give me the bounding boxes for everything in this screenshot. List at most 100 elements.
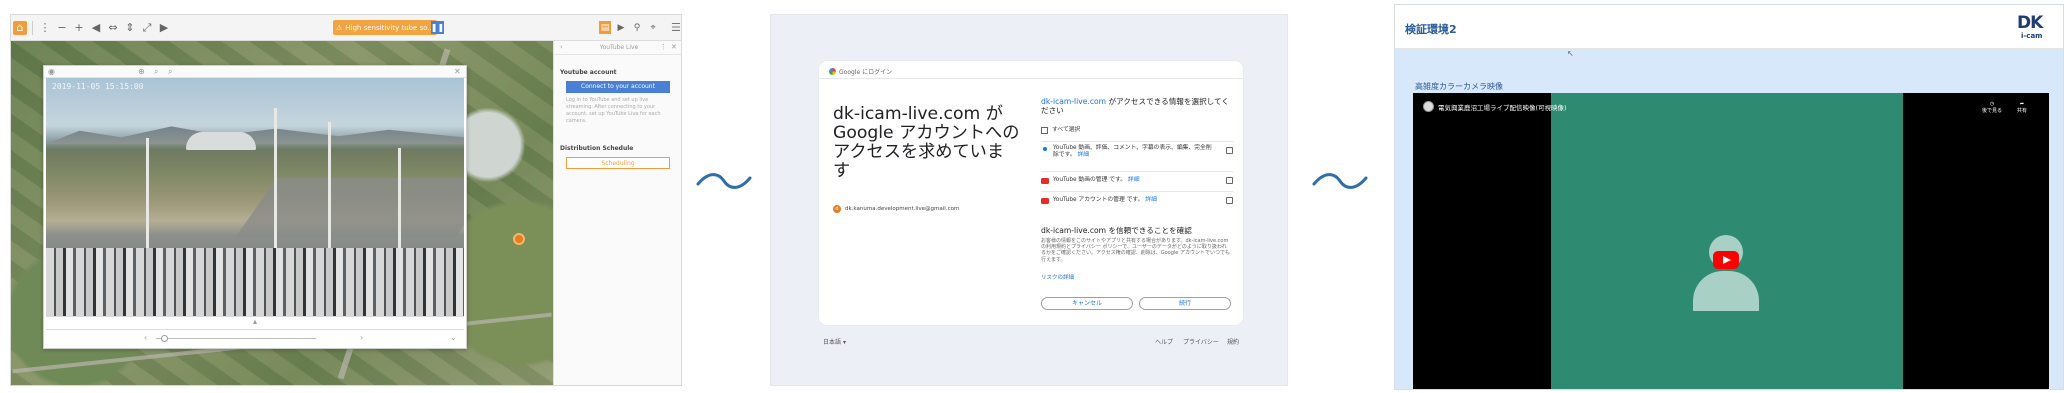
camera-caption: 高雑度カラーカメラ映像 xyxy=(1415,82,1503,91)
alert-label: High sensitivity tube so... xyxy=(345,23,435,32)
youtube-live-sidebar: YouTube Live ‹ ⋮ ✕ Youtube account Conne… xyxy=(553,41,681,385)
drag-handle-icon[interactable]: ⋮ xyxy=(38,21,52,35)
mountain-range xyxy=(46,126,464,144)
play-icon[interactable]: ▶ xyxy=(615,21,627,34)
placeholder-avatar xyxy=(1693,235,1759,313)
account-email: dk.kanuma.development.live@gmail.com xyxy=(845,206,960,212)
bullet-icon xyxy=(1043,147,1047,151)
google-header-label: Google にログイン xyxy=(839,69,893,76)
permission-row[interactable]: YouTube 動画、評価、コメント、字幕の表示、編集、完全削除です。 詳細 xyxy=(1041,145,1233,165)
close-icon[interactable]: ✕ xyxy=(671,43,677,51)
next-icon[interactable]: › xyxy=(360,333,363,342)
avatar: d xyxy=(833,205,841,213)
connect-account-button[interactable]: Connect to your account xyxy=(566,81,670,93)
logo-mark: DK xyxy=(2017,13,2043,33)
permission-checkbox[interactable] xyxy=(1226,147,1233,154)
camera-preview-popup: ◉ ⊕ ⌕ ⌕ ✕ 2019-11-05 15:15:00 ▴ ‹ › ⌄ xyxy=(43,65,467,349)
cursor-icon: ↖ xyxy=(1567,49,1574,58)
details-link[interactable]: 詳細 xyxy=(1145,197,1157,203)
youtube-account-label: Youtube account xyxy=(560,69,617,76)
continue-button[interactable]: 続行 xyxy=(1139,297,1231,310)
watch-later-button[interactable]: ◷ 後で見る xyxy=(1981,101,2003,114)
details-link[interactable]: 詳細 xyxy=(1077,152,1089,158)
divider xyxy=(1041,141,1233,142)
filter-icon[interactable]: ⚲ xyxy=(631,21,643,34)
search-icon[interactable]: ⌕ xyxy=(168,67,172,77)
cancel-button[interactable]: キャンセル xyxy=(1041,297,1133,310)
tilde-separator xyxy=(696,173,752,189)
photo-timestamp: 2019-11-05 15:15:00 xyxy=(52,82,144,91)
menu-icon[interactable]: ☰ xyxy=(671,21,681,34)
close-icon[interactable]: ✕ xyxy=(454,67,461,76)
dk-icam-page: 検証環境2 DK i-cam ↖ 高雑度カラーカメラ映像 電気興業鹿沼工場ライブ… xyxy=(1394,4,2064,390)
more-icon[interactable]: ⋮ xyxy=(660,43,667,51)
arrow-right-icon[interactable]: ▶ xyxy=(157,21,171,35)
zoom-out-icon[interactable]: − xyxy=(55,21,69,35)
home-icon[interactable]: ⌂ xyxy=(13,20,27,35)
permission-checkbox[interactable] xyxy=(1226,197,1233,204)
privacy-link[interactable]: プライバシー xyxy=(1183,337,1219,346)
slider-knob[interactable] xyxy=(161,335,168,342)
highway xyxy=(234,178,464,238)
play-button-icon[interactable] xyxy=(1713,251,1739,269)
tilde-separator xyxy=(1312,173,1368,189)
prev-icon[interactable]: ‹ xyxy=(144,333,147,342)
film-icon[interactable]: ▤ xyxy=(599,21,611,34)
zoom-in-icon[interactable]: + xyxy=(72,21,86,35)
permission-row[interactable]: YouTube アカウントの管理 です。 詳細 xyxy=(1041,197,1233,204)
time-slider[interactable] xyxy=(156,338,316,339)
select-all-checkbox[interactable] xyxy=(1041,127,1048,134)
search-icon[interactable]: ⌕ xyxy=(154,67,158,77)
chevron-up-icon[interactable]: ▴ xyxy=(46,316,464,329)
expand-horizontal-icon[interactable]: ⇔ xyxy=(106,21,120,35)
help-link[interactable]: ヘルプ xyxy=(1155,337,1173,346)
app-link[interactable]: dk-icam-live.com xyxy=(1041,97,1106,106)
permission-text: YouTube アカウントの管理 です。 xyxy=(1053,197,1144,203)
sensitivity-alert-badge[interactable]: ⚠ High sensitivity tube so... xyxy=(333,20,437,35)
page-title: 検証環境2 xyxy=(1405,23,1457,36)
google-icon xyxy=(829,68,836,75)
channel-avatar[interactable] xyxy=(1423,101,1434,112)
youtube-icon xyxy=(1041,198,1049,204)
pause-button[interactable]: ❚❚ xyxy=(431,21,444,34)
google-consent-screen: Google にログイン dk-icam-live.com が Google ア… xyxy=(770,14,1288,386)
move-vertical-icon[interactable]: ⇕ xyxy=(123,21,137,35)
divider xyxy=(1041,191,1233,192)
select-all-row[interactable]: すべて選択 xyxy=(1041,127,1233,134)
google-header: Google にログイン xyxy=(829,67,892,76)
toolbar-divider xyxy=(32,20,33,35)
chevron-down-icon[interactable]: ⌄ xyxy=(450,333,457,342)
location-pin-icon[interactable]: ⌖ xyxy=(647,21,659,34)
scheduling-button[interactable]: Scheduling xyxy=(566,157,670,169)
header-divider xyxy=(819,78,1243,79)
map-app-window: ⌂ ⋮ − + ◀ ⇔ ⇕ ⤢ ▶ ⚠ High sensitivity tub… xyxy=(10,14,682,386)
permission-text: YouTube 動画の管理 です。 xyxy=(1053,177,1127,183)
permission-checkbox[interactable] xyxy=(1226,177,1233,184)
camera-image: 2019-11-05 15:15:00 xyxy=(46,78,464,316)
dk-icam-logo: DK i-cam xyxy=(2015,13,2051,41)
risk-details-link[interactable]: リスクの詳細 xyxy=(1041,273,1074,281)
trust-heading: dk-icam-live.com を信頼できることを確認 xyxy=(1041,226,1192,235)
camera-icon: ◉ xyxy=(48,67,55,76)
distribution-schedule-label: Distribution Schedule xyxy=(560,145,634,152)
terms-link[interactable]: 規約 xyxy=(1227,337,1239,346)
share-button[interactable]: ➦ 共有 xyxy=(2011,101,2033,114)
back-icon[interactable]: ‹ xyxy=(560,43,563,51)
view-controls: ▤ ▶ ⚲ ⌖ xyxy=(599,21,659,34)
consent-card: Google にログイン dk-icam-live.com が Google ア… xyxy=(819,61,1243,325)
zoom-icon[interactable]: ⊕ xyxy=(138,67,145,76)
logo-wordmark: i-cam xyxy=(2021,32,2043,40)
account-chip[interactable]: d dk.kanuma.development.live@gmail.com xyxy=(833,205,959,213)
arrow-left-icon[interactable]: ◀ xyxy=(89,21,103,35)
video-title[interactable]: 電気興業鹿沼工場ライブ配信映像(可視映像) xyxy=(1438,102,1567,112)
popup-header: ◉ ⊕ ⌕ ⌕ ✕ xyxy=(44,66,466,78)
details-link[interactable]: 詳細 xyxy=(1128,177,1140,183)
fit-icon[interactable]: ⤢ xyxy=(140,21,154,35)
permission-row[interactable]: YouTube 動画の管理 です。 詳細 xyxy=(1041,177,1233,184)
language-selector[interactable]: 日本語 ▾ xyxy=(823,337,846,346)
camera-location-marker[interactable] xyxy=(513,233,525,245)
trust-body: お客様の情報をこのサイトやアプリと共有する場合があります。dk-icam-liv… xyxy=(1041,238,1230,263)
consent-headline: dk-icam-live.com が Google アカウントへのアクセスを求め… xyxy=(833,104,1020,181)
stadium-building xyxy=(186,132,256,150)
chevron-down-icon: ▾ xyxy=(842,339,846,346)
